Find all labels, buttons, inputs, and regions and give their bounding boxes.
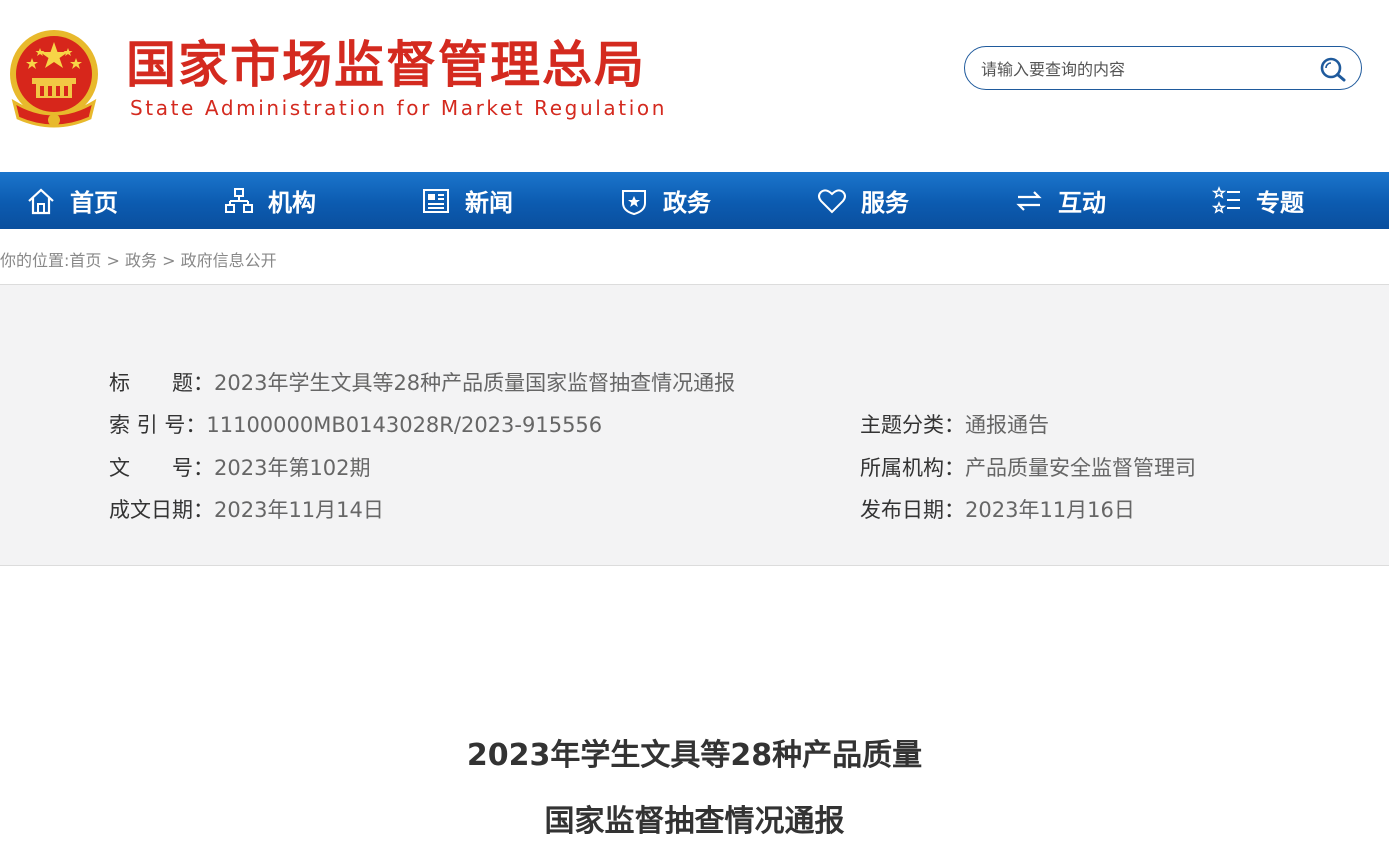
- breadcrumb-prefix: 你的位置:: [0, 251, 70, 270]
- meta-docno-row: 文 号：2023年第102期: [109, 453, 371, 483]
- meta-published-date-label: 发布日期：: [860, 498, 965, 522]
- breadcrumb-info-disclosure-link[interactable]: 政府信息公开: [181, 251, 277, 270]
- site-title-cn[interactable]: 国家市场监督管理总局: [126, 34, 646, 96]
- meta-written-date-row: 成文日期：2023年11月14日: [109, 495, 384, 525]
- nav-item-label: 首页: [70, 189, 118, 217]
- meta-index-row: 索 引 号：11100000MB0143028R/2023-915556: [109, 410, 602, 440]
- site-header: 国家市场监督管理总局 State Administration for Mark…: [0, 0, 1389, 172]
- meta-docno-value: 2023年第102期: [214, 456, 371, 480]
- star-list-icon: [1212, 185, 1242, 216]
- nav-item-special[interactable]: 专题: [1212, 172, 1304, 229]
- meta-title-row: 标 题：2023年学生文具等28种产品质量国家监督抽查情况通报: [109, 368, 735, 398]
- nav-item-home[interactable]: 首页: [26, 172, 118, 229]
- nav-item-news[interactable]: 新闻: [421, 172, 513, 229]
- meta-index-value: 11100000MB0143028R/2023-915556: [206, 413, 603, 437]
- article-title-line1: 2023年学生文具等28种产品质量: [466, 738, 923, 773]
- meta-title-label: 标 题：: [109, 371, 214, 395]
- meta-topic-label: 主题分类：: [860, 413, 965, 437]
- meta-written-date-value: 2023年11月14日: [214, 498, 384, 522]
- breadcrumb-home-link[interactable]: 首页: [69, 251, 101, 270]
- org-chart-icon: [224, 186, 254, 216]
- newspaper-icon: [421, 186, 451, 216]
- nav-item-label: 新闻: [465, 189, 513, 217]
- breadcrumb-separator: >: [162, 251, 176, 270]
- breadcrumb: 你的位置:首页 > 政务 > 政府信息公开: [0, 247, 277, 271]
- meta-title-value: 2023年学生文具等28种产品质量国家监督抽查情况通报: [214, 371, 736, 395]
- nav-item-org[interactable]: 机构: [224, 172, 316, 229]
- meta-org-label: 所属机构：: [860, 456, 965, 480]
- nav-item-service[interactable]: 服务: [817, 172, 909, 229]
- meta-docno-label: 文 号：: [109, 456, 214, 480]
- meta-org-row: 所属机构：产品质量安全监督管理司: [860, 453, 1196, 483]
- nav-item-label: 专题: [1256, 189, 1304, 217]
- breadcrumb-government-link[interactable]: 政务: [125, 251, 157, 270]
- search-box: [964, 46, 1362, 90]
- meta-topic-value: 通报通告: [965, 413, 1049, 437]
- nav-item-label: 机构: [268, 189, 316, 217]
- nav-item-interaction[interactable]: 互动: [1014, 172, 1106, 229]
- national-emblem-logo[interactable]: [6, 28, 102, 130]
- search-input[interactable]: [979, 55, 1313, 83]
- breadcrumb-separator: >: [106, 251, 120, 270]
- nav-item-label: 互动: [1058, 189, 1106, 217]
- article-title-line2: 国家监督抽查情况通报: [544, 804, 845, 839]
- nav-item-label: 政务: [663, 189, 711, 217]
- meta-published-date-value: 2023年11月16日: [965, 498, 1135, 522]
- heart-icon: [817, 186, 847, 216]
- meta-written-date-label: 成文日期：: [109, 498, 214, 522]
- nav-item-government[interactable]: 政务: [619, 172, 711, 229]
- site-title-en: State Administration for Market Regulati…: [130, 96, 667, 120]
- swap-arrows-icon: [1014, 186, 1044, 216]
- home-icon: [26, 186, 56, 216]
- meta-org-value: 产品质量安全监督管理司: [965, 456, 1196, 480]
- main-nav: 首页 机构 新闻 政务 服务 互动 专题: [0, 172, 1389, 229]
- search-icon[interactable]: [1319, 56, 1347, 82]
- meta-index-label: 索 引 号：: [109, 413, 207, 437]
- document-metadata-panel: 标 题：2023年学生文具等28种产品质量国家监督抽查情况通报 索 引 号：11…: [0, 284, 1389, 566]
- meta-topic-row: 主题分类：通报通告: [860, 410, 1049, 440]
- nav-item-label: 服务: [861, 189, 909, 217]
- shield-star-icon: [619, 186, 649, 216]
- meta-published-date-row: 发布日期：2023年11月16日: [860, 495, 1135, 525]
